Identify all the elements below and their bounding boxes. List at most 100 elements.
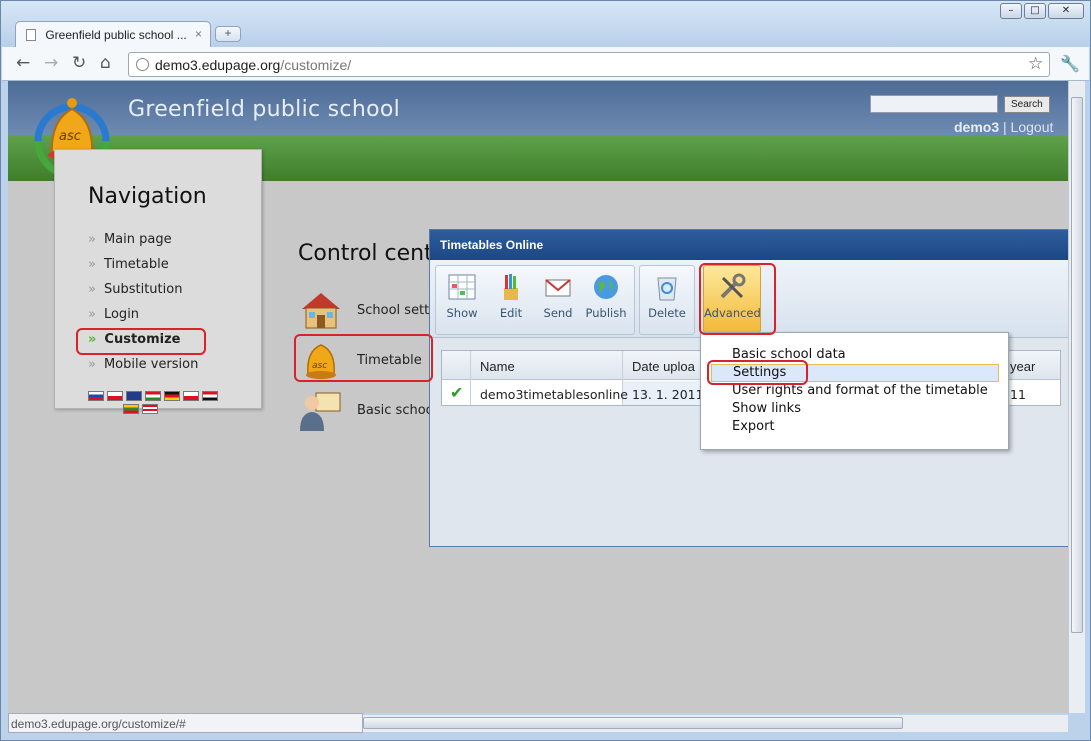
nav-item-label: Timetable: [103, 257, 169, 272]
horizontal-scrollbar[interactable]: [363, 715, 1068, 732]
logout-link[interactable]: Logout: [1011, 119, 1054, 135]
cc-item-label: Basic schoo: [357, 403, 434, 418]
send-button[interactable]: Send: [534, 266, 582, 332]
svg-text:asc: asc: [59, 129, 81, 144]
search-input[interactable]: [870, 95, 998, 113]
menu-item-export[interactable]: Export: [732, 419, 775, 434]
flag-spacer: [88, 404, 120, 414]
minimize-button[interactable]: –: [1000, 3, 1022, 19]
forward-arrow-icon[interactable]: →: [44, 53, 58, 73]
nav-item-timetable[interactable]: » Timetable: [88, 257, 198, 282]
search-button[interactable]: Search: [1004, 96, 1050, 113]
wrench-icon[interactable]: 🔧: [1060, 54, 1080, 74]
tab-title: Greenfield public school ...: [45, 28, 187, 42]
browser-toolbar: ← → ↻ ⌂ demo3.edupage.org/customize/ ☆ 🔧: [2, 47, 1089, 81]
envelope-send-icon: [545, 279, 571, 297]
flag-gb-icon[interactable]: [126, 391, 142, 401]
delete-button[interactable]: Delete: [643, 266, 691, 332]
pencils-edit-icon: [504, 274, 518, 300]
arrow-icon: »: [88, 332, 97, 347]
cc-item-label: School setti: [357, 303, 433, 318]
flag-eg-icon[interactable]: [202, 391, 218, 401]
page-viewport: Greenfield public school Search demo3 | …: [8, 81, 1068, 713]
menu-item-user-rights[interactable]: User rights and format of the timetable: [732, 383, 988, 398]
address-bar[interactable]: demo3.edupage.org/customize/: [128, 52, 1050, 77]
globe-icon: [136, 58, 149, 71]
nav-item-main-page[interactable]: » Main page: [88, 232, 198, 257]
maximize-button[interactable]: □: [1024, 3, 1046, 19]
window-controls: – □ ✕: [1000, 3, 1084, 19]
row-name[interactable]: demo3timetablesonline: [480, 387, 628, 402]
ribbon-group-advanced: Advanced: [700, 265, 766, 335]
advanced-dropdown-menu: Basic school data Settings User rights a…: [700, 332, 1009, 450]
flag-pl-icon[interactable]: [183, 391, 199, 401]
teacher-icon: [300, 392, 341, 431]
ribbon-label: Delete: [648, 306, 686, 320]
show-button[interactable]: Show: [438, 266, 486, 332]
nav-item-customize[interactable]: » Customize: [88, 332, 198, 357]
cc-item-label: Timetable: [357, 353, 422, 368]
grid-show-icon: [448, 274, 476, 300]
bell-icon: asc: [306, 344, 336, 379]
bookmark-star-icon[interactable]: ☆: [1028, 54, 1043, 74]
nav-item-login[interactable]: » Login: [88, 307, 198, 332]
nav-item-label: Login: [103, 307, 140, 322]
ribbon-label: Publish: [585, 306, 627, 320]
dialog-ribbon: Show Edit Send Publish Delete Advanced: [430, 260, 1068, 338]
recycle-bin-icon: [657, 277, 677, 301]
home-icon[interactable]: ⌂: [100, 53, 111, 73]
page-icon: [26, 29, 36, 41]
username-link[interactable]: demo3: [954, 119, 999, 135]
arrow-icon: »: [88, 232, 96, 247]
browser-tab[interactable]: Greenfield public school ... ×: [15, 21, 211, 47]
globe-publish-icon: [594, 275, 618, 299]
ribbon-label: Edit: [499, 306, 523, 320]
user-line: demo3 | Logout: [954, 119, 1053, 135]
menu-item-settings[interactable]: Settings: [711, 364, 999, 382]
nav-item-substitution[interactable]: » Substitution: [88, 282, 198, 307]
flag-my-icon[interactable]: [142, 404, 158, 414]
column-header-year[interactable]: year: [1010, 359, 1035, 374]
navigation-heading: Navigation: [88, 184, 207, 209]
menu-item-show-links[interactable]: Show links: [732, 401, 801, 416]
close-window-button[interactable]: ✕: [1048, 3, 1084, 19]
arrow-icon: »: [88, 282, 96, 297]
reload-icon[interactable]: ↻: [72, 53, 86, 73]
school-title: Greenfield public school: [128, 97, 401, 122]
ribbon-label: Advanced: [704, 306, 761, 320]
edit-button[interactable]: Edit: [487, 266, 535, 332]
advanced-button[interactable]: Advanced: [703, 265, 761, 333]
column-header-date[interactable]: Date uploa: [632, 359, 695, 374]
new-tab-button[interactable]: +: [215, 26, 241, 42]
column-header-name[interactable]: Name: [480, 359, 515, 374]
check-icon: ✔: [450, 383, 464, 402]
arrow-icon: »: [88, 307, 96, 322]
control-center-title: Control cent: [298, 241, 433, 266]
nav-item-label: Mobile version: [103, 357, 199, 372]
flag-hu-icon[interactable]: [145, 391, 161, 401]
flag-sk-icon[interactable]: [88, 391, 104, 401]
url-path: /customize/: [280, 57, 352, 73]
horizontal-scroll-thumb[interactable]: [363, 717, 903, 729]
flag-cz-icon[interactable]: [107, 391, 123, 401]
arrow-icon: »: [88, 357, 96, 372]
menu-item-basic-school-data[interactable]: Basic school data: [732, 347, 846, 362]
publish-button[interactable]: Publish: [582, 266, 630, 332]
ribbon-group-delete: Delete: [639, 265, 695, 335]
vertical-scrollbar[interactable]: [1068, 81, 1085, 713]
navigation-list: » Main page » Timetable » Substitution » Log…: [88, 232, 198, 382]
tab-close-icon[interactable]: ×: [195, 27, 202, 41]
nav-item-label: Customize: [104, 332, 181, 347]
vertical-scroll-thumb[interactable]: [1071, 97, 1083, 633]
house-icon: [302, 293, 340, 329]
back-arrow-icon[interactable]: ←: [16, 53, 30, 73]
tools-icon: [720, 273, 746, 299]
navigation-panel: Navigation » Main page » Timetable » Substi…: [54, 149, 262, 414]
flag-lt-icon[interactable]: [123, 404, 139, 414]
svg-text:asc: asc: [312, 361, 327, 371]
nav-item-mobile-version[interactable]: » Mobile version: [88, 357, 198, 382]
ribbon-label: Show: [446, 306, 478, 320]
row-year[interactable]: 11: [1010, 387, 1026, 402]
status-bar: demo3.edupage.org/customize/#: [8, 713, 363, 733]
flag-de-icon[interactable]: [164, 391, 180, 401]
